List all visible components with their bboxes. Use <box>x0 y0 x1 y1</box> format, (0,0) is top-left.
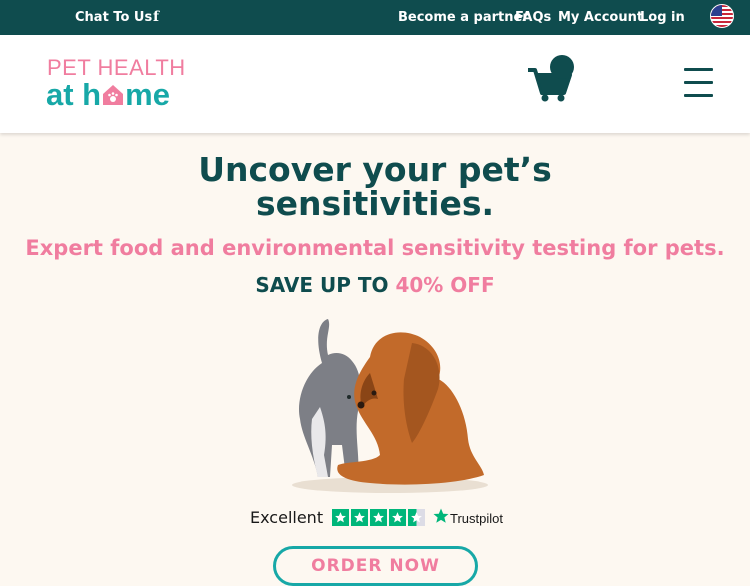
logo-text-bottom-b: me <box>125 77 170 112</box>
logo-text-bottom: at h me <box>46 77 170 113</box>
top-bar: Chat To Us f Become a partner FAQs My Ac… <box>0 0 750 35</box>
star-icon <box>332 509 349 526</box>
facebook-icon[interactable]: f <box>153 9 159 26</box>
hero-title: Uncover your pet’s sensitivities. <box>0 153 750 221</box>
site-header: PET HEALTH at h me <box>0 35 750 133</box>
star-icon <box>389 509 406 526</box>
save-percent: 40% OFF <box>395 273 495 297</box>
logo-text-bottom-a: at h <box>46 77 102 112</box>
half-star-icon <box>408 509 425 526</box>
hamburger-menu-icon[interactable] <box>684 68 713 98</box>
my-account-link[interactable]: My Account <box>558 9 643 26</box>
faqs-link[interactable]: FAQs <box>515 9 551 26</box>
trustpilot-brand: Trustpilot <box>450 511 503 526</box>
hero-title-line2: sensitivities. <box>255 184 495 223</box>
cat-and-dog-image <box>292 319 488 493</box>
become-partner-link[interactable]: Become a partner <box>398 9 529 26</box>
save-prefix: SAVE UP TO <box>255 273 389 297</box>
star-icon <box>351 509 368 526</box>
chat-link[interactable]: Chat To Us <box>75 9 152 26</box>
order-now-button[interactable]: ORDER NOW <box>273 546 478 586</box>
star-icon <box>370 509 387 526</box>
us-flag-icon[interactable] <box>710 4 734 28</box>
trustpilot-rating-label: Excellent <box>250 508 324 527</box>
house-icon <box>102 78 124 105</box>
hero-title-line1: Uncover your pet’s <box>198 150 552 189</box>
hero-subtitle: Expert food and environmental sensitivit… <box>25 236 725 260</box>
login-link[interactable]: Log in <box>640 9 685 26</box>
order-now-label: ORDER NOW <box>311 556 440 576</box>
save-banner: SAVE UP TO 40% OFF <box>0 272 750 298</box>
trustpilot-logo-star-icon <box>433 508 449 523</box>
shopping-cart-icon[interactable] <box>526 55 576 103</box>
